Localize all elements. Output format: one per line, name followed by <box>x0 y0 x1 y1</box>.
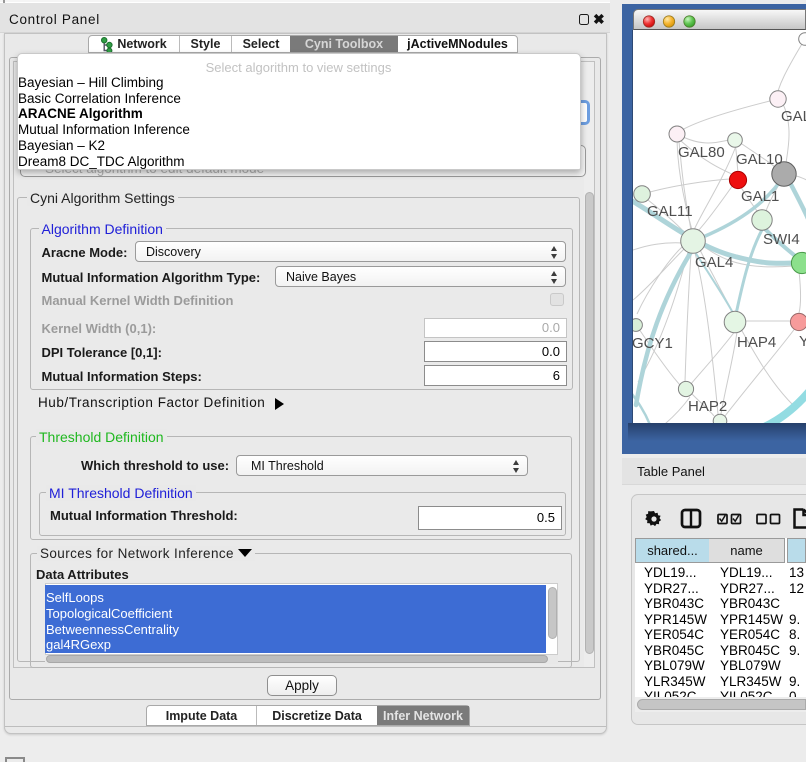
svg-text:SWI4: SWI4 <box>763 231 800 248</box>
svg-text:GAL10: GAL10 <box>736 151 783 168</box>
svg-text:GAL11: GAL11 <box>647 203 693 220</box>
svg-text:HAP4: HAP4 <box>737 334 776 351</box>
svg-text:GAL7: GAL7 <box>781 108 806 125</box>
svg-text:YI: YI <box>799 333 806 350</box>
svg-text:GAL80: GAL80 <box>678 144 725 161</box>
svg-text:GAL4: GAL4 <box>695 254 733 271</box>
svg-text:GAL1: GAL1 <box>741 188 779 205</box>
svg-text:GCY1: GCY1 <box>633 335 673 352</box>
svg-text:HAP2: HAP2 <box>688 398 727 415</box>
